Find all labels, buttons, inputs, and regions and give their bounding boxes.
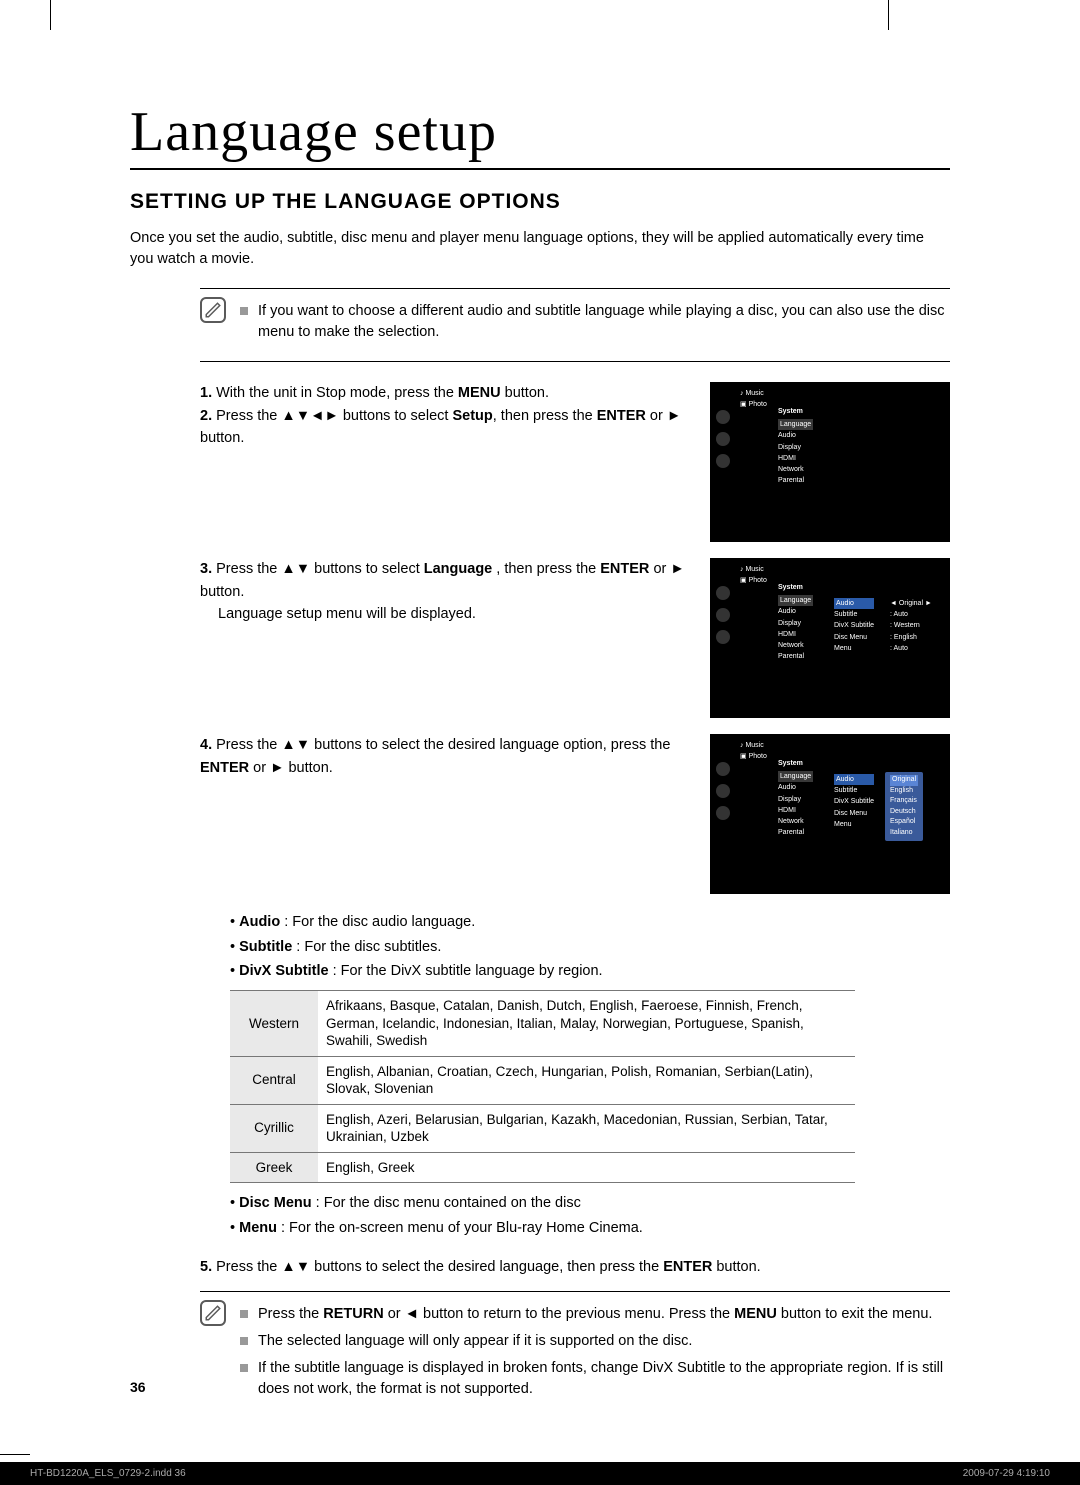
step-1-and-2: 1. With the unit in Stop mode, press the… — [200, 382, 950, 542]
note-text: If you want to choose a different audio … — [258, 301, 950, 343]
note2-line1: Press the RETURN or ◄ button to return t… — [258, 1304, 932, 1325]
page-content: Language setup SETTING UP THE LANGUAGE O… — [0, 0, 1080, 1478]
opt-divx: DivX Subtitle : For the DivX subtitle la… — [230, 959, 950, 984]
step3-extra: Language setup menu will be displayed. — [218, 603, 696, 625]
page-title: Language setup — [130, 100, 950, 170]
bullet-icon — [240, 1337, 248, 1345]
page-number: 36 — [130, 1379, 146, 1395]
language-popup: Original English Français Deutsch Españo… — [885, 772, 923, 841]
footer-bar: HT-BD1220A_ELS_0729-2.indd 36 2009-07-29… — [0, 1462, 1080, 1485]
note-block-top: If you want to choose a different audio … — [200, 288, 950, 362]
note2-line3: If the subtitle language is displayed in… — [258, 1358, 950, 1400]
steps: 1. With the unit in Stop mode, press the… — [200, 382, 950, 894]
table-row: GreekEnglish, Greek — [230, 1152, 855, 1183]
step2-mid: , then press the — [493, 408, 597, 424]
step4-pre: Press the ▲▼ buttons to select the desir… — [216, 737, 670, 753]
region-table: WesternAfrikaans, Basque, Catalan, Danis… — [230, 990, 855, 1183]
step-5: 5. Press the ▲▼ buttons to select the de… — [200, 1259, 950, 1275]
mock-screen-2: ♪ Music ▣ Photo System Language Audio Di… — [710, 558, 950, 718]
bullet-icon — [240, 1364, 248, 1372]
step1-bold: MENU — [458, 385, 501, 401]
bullet-icon — [240, 1310, 248, 1318]
table-row: CentralEnglish, Albanian, Croatian, Czec… — [230, 1056, 855, 1104]
table-row: CyrillicEnglish, Azeri, Belarusian, Bulg… — [230, 1104, 855, 1152]
opt-audio: Audio : For the disc audio language. — [230, 910, 950, 935]
table-row: WesternAfrikaans, Basque, Catalan, Danis… — [230, 990, 855, 1056]
note-icon — [200, 297, 226, 323]
mock-screen-3: ♪ Music ▣ Photo System Language Audio Di… — [710, 734, 950, 894]
bullet-icon — [240, 307, 248, 315]
section-heading: SETTING UP THE LANGUAGE OPTIONS — [130, 190, 950, 214]
note-block-bottom: Press the RETURN or ◄ button to return t… — [200, 1291, 950, 1418]
step4-bold: ENTER — [200, 760, 249, 776]
intro-text: Once you set the audio, subtitle, disc m… — [130, 228, 950, 270]
note-icon — [200, 1300, 226, 1326]
note2-line2: The selected language will only appear i… — [258, 1331, 692, 1352]
step1-post: button. — [501, 385, 549, 401]
step-3: 3. Press the ▲▼ buttons to select Langua… — [200, 558, 950, 718]
footer-left: HT-BD1220A_ELS_0729-2.indd 36 — [30, 1468, 186, 1479]
opt-disc-menu: Disc Menu : For the disc menu contained … — [230, 1191, 950, 1216]
step2-pre: Press the ▲▼◄► buttons to select — [216, 408, 452, 424]
step3-pre: Press the ▲▼ buttons to select — [216, 561, 424, 577]
step3-mid: , then press the — [492, 561, 600, 577]
step4-post: or ► button. — [249, 760, 333, 776]
step3-bold: Language — [424, 561, 492, 577]
post-options: Disc Menu : For the disc menu contained … — [230, 1191, 950, 1240]
options-list: Audio : For the disc audio language. Sub… — [230, 910, 950, 984]
step3-bold2: ENTER — [600, 561, 649, 577]
footer-right: 2009-07-29 4:19:10 — [963, 1468, 1050, 1479]
mock-screen-1: ♪ Music ▣ Photo System Language Audio Di… — [710, 382, 950, 542]
opt-menu: Menu : For the on-screen menu of your Bl… — [230, 1216, 950, 1241]
step2-bold2: ENTER — [597, 408, 646, 424]
step1-pre: With the unit in Stop mode, press the — [216, 385, 458, 401]
step2-bold: Setup — [452, 408, 492, 424]
opt-subtitle: Subtitle : For the disc subtitles. — [230, 935, 950, 960]
step-4: 4. Press the ▲▼ buttons to select the de… — [200, 734, 950, 894]
